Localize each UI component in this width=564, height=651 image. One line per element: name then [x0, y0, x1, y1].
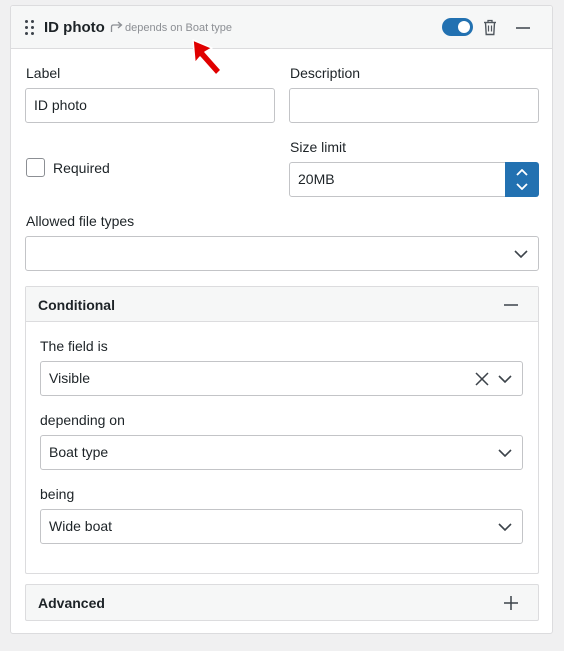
being-select[interactable]: Wide boat — [40, 509, 523, 544]
depending-on-select[interactable]: Boat type — [40, 435, 523, 470]
advanced-title: Advanced — [38, 595, 105, 611]
required-label[interactable]: Required — [53, 160, 110, 176]
stepper-down-icon[interactable] — [516, 183, 528, 190]
collapse-minus-icon[interactable] — [515, 20, 531, 36]
being-label: being — [40, 486, 75, 502]
required-checkbox[interactable] — [26, 158, 45, 177]
conditional-panel-header[interactable]: Conditional — [26, 287, 538, 322]
description-input[interactable] — [289, 88, 539, 123]
drag-handle-icon[interactable] — [25, 20, 35, 35]
size-limit-stepper[interactable] — [505, 162, 539, 197]
expand-plus-icon[interactable] — [503, 595, 519, 611]
collapse-minus-icon[interactable] — [503, 298, 519, 312]
label-field-label: Label — [26, 65, 61, 81]
chevron-down-icon[interactable] — [498, 449, 512, 457]
advanced-panel-header[interactable]: Advanced — [25, 584, 539, 621]
clear-x-icon[interactable] — [475, 372, 489, 386]
delete-trash-icon[interactable] — [483, 19, 497, 36]
field-card-header[interactable]: ID photo depends on Boat type — [11, 6, 552, 49]
toggle-knob — [458, 21, 470, 33]
stepper-up-icon[interactable] — [516, 169, 528, 176]
size-limit-label: Size limit — [290, 139, 347, 155]
size-limit-input[interactable]: 20MB — [289, 162, 506, 197]
label-input[interactable]: ID photo — [25, 88, 275, 123]
chevron-down-icon[interactable] — [498, 523, 512, 531]
chevron-down-icon[interactable] — [498, 375, 512, 383]
allowed-types-label: Allowed file types — [26, 213, 135, 229]
field-card: ID photo depends on Boat type Label ID p… — [10, 5, 553, 634]
field-is-select[interactable]: Visible — [40, 361, 523, 396]
description-field-label: Description — [290, 65, 361, 81]
conditional-title: Conditional — [38, 297, 115, 313]
dependency-text: depends on Boat type — [125, 22, 233, 34]
chevron-down-icon[interactable] — [514, 250, 528, 258]
allowed-types-select[interactable] — [25, 236, 539, 271]
field-is-label: The field is — [40, 338, 108, 354]
conditional-panel: Conditional The field is Visible dependi… — [25, 286, 539, 574]
field-title: ID photo — [44, 19, 105, 36]
pointer-arrow-icon — [192, 39, 222, 76]
dependency-arrow-icon — [110, 21, 123, 32]
depending-on-label: depending on — [40, 412, 125, 428]
enable-toggle[interactable] — [442, 18, 473, 36]
